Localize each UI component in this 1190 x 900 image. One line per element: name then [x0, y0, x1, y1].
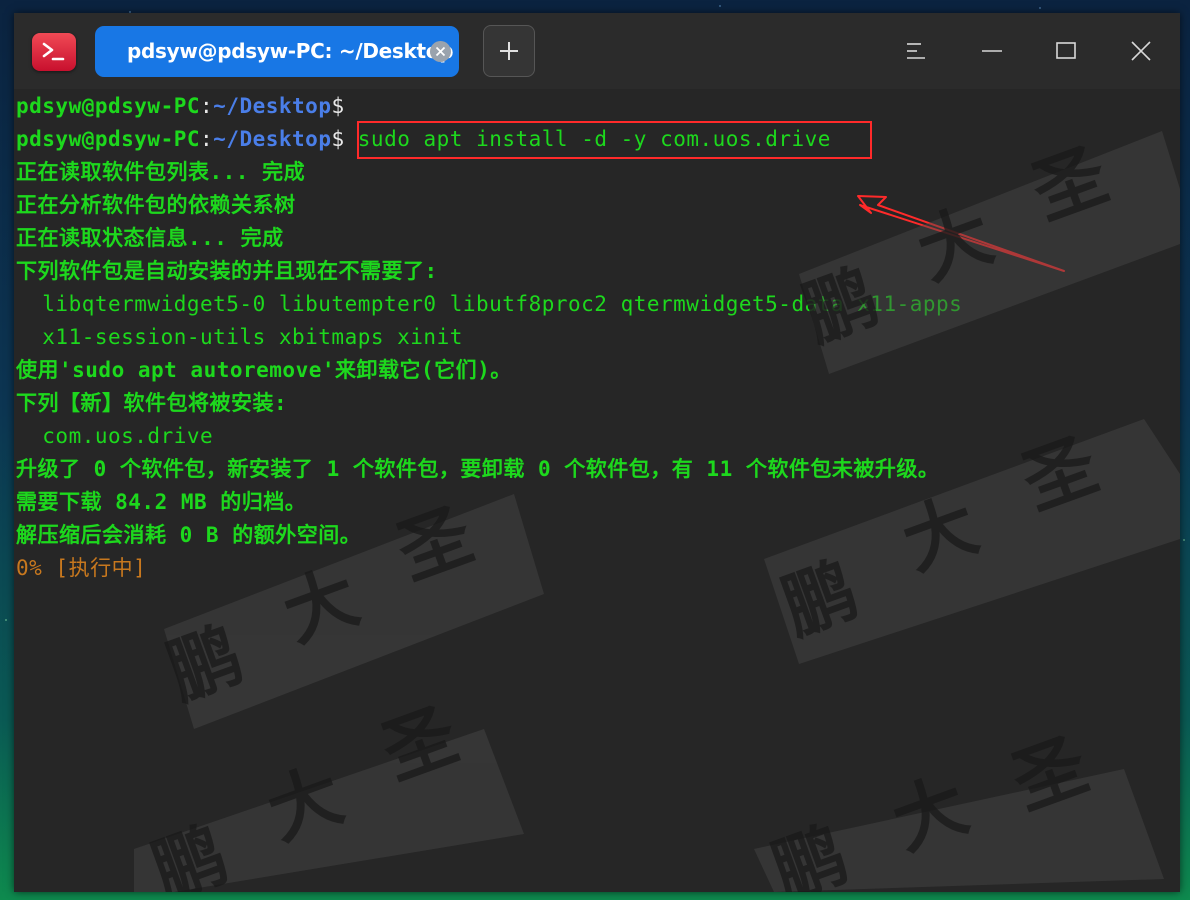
annotation-arrow [857, 195, 1065, 272]
tab-title: pdsyw@pdsyw-PC: ~/Desktop [127, 39, 454, 63]
menu-button[interactable] [904, 39, 928, 63]
maximize-icon [1056, 42, 1076, 59]
plus-icon [500, 42, 518, 60]
tab-terminal-desktop[interactable]: pdsyw@pdsyw-PC: ~/Desktop [95, 26, 459, 77]
terminal-output-area[interactable]: pdsyw@pdsyw-PC:~/Desktop$ pdsyw@pdsyw-PC… [14, 89, 1180, 892]
close-icon [1131, 41, 1151, 61]
close-window-button[interactable] [1129, 39, 1153, 63]
minimize-icon [982, 50, 1002, 52]
maximize-button[interactable] [1054, 39, 1078, 63]
minimize-button[interactable] [980, 39, 1004, 63]
new-tab-button[interactable] [483, 25, 535, 77]
menu-icon [907, 43, 925, 59]
terminal-window: pdsyw@pdsyw-PC: ~/Desktop pdsyw@pdsyw-PC… [14, 13, 1180, 892]
close-icon[interactable] [430, 41, 451, 62]
terminal-icon [32, 33, 76, 71]
title-bar[interactable]: pdsyw@pdsyw-PC: ~/Desktop [14, 13, 1180, 89]
